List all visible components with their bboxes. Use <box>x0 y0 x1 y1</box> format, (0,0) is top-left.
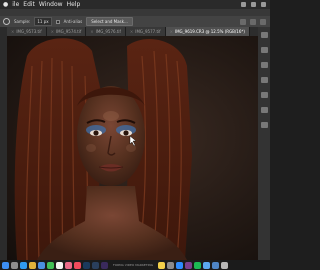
launchpad-icon[interactable] <box>11 261 18 269</box>
menu-help[interactable]: Help <box>67 0 81 9</box>
notes-icon[interactable] <box>158 261 166 269</box>
apple-icon[interactable]: ● <box>3 0 8 9</box>
sample-size-select[interactable]: 11 px <box>34 17 52 26</box>
battery-icon[interactable] <box>251 2 256 7</box>
tab-img-9576[interactable]: × IMG_9576.tif <box>86 27 126 36</box>
search-icon[interactable] <box>261 2 266 7</box>
safari-icon[interactable] <box>20 261 27 269</box>
music-icon[interactable] <box>74 261 81 269</box>
swatches-icon[interactable] <box>260 92 268 98</box>
panel-dock <box>258 27 270 260</box>
photos-icon[interactable] <box>65 261 72 269</box>
options-right-icons <box>240 18 270 25</box>
close-icon[interactable]: × <box>170 29 173 34</box>
trash-icon[interactable] <box>221 261 229 269</box>
history-icon[interactable] <box>260 77 268 83</box>
sample-size-label: Sample: <box>14 19 31 24</box>
channels-icon[interactable] <box>260 107 268 113</box>
document-tabs: × IMG_9573.tif × IMG_9574.tif × IMG_9576.ti… <box>7 27 265 36</box>
menu-edit[interactable]: Edit <box>23 0 35 9</box>
menu-bar: ● ile Edit Window Help <box>0 0 270 9</box>
menu-file[interactable]: ile <box>12 0 19 9</box>
document-canvas[interactable] <box>7 36 258 260</box>
tab-img-9619-active[interactable]: × IMG_9619.CR3 @ 12.5% (RGB/16*) <box>165 27 250 36</box>
close-icon[interactable]: × <box>11 29 14 34</box>
select-and-mask-button[interactable]: Select and Mask... <box>86 17 133 26</box>
workspace-icon[interactable] <box>250 18 256 25</box>
paths-icon[interactable] <box>260 122 268 128</box>
anti-alias-label: Anti-alias <box>63 19 83 24</box>
search-icon[interactable] <box>240 18 246 25</box>
status-icons <box>241 2 270 7</box>
photoshop-icon[interactable] <box>83 261 90 269</box>
portrait-photo <box>14 38 192 260</box>
properties-icon[interactable] <box>260 62 268 68</box>
close-icon[interactable]: × <box>130 29 133 34</box>
finder-icon[interactable] <box>2 261 9 269</box>
share-icon[interactable] <box>260 18 266 25</box>
layers-icon[interactable] <box>260 32 268 38</box>
adjustments-icon[interactable] <box>260 47 268 53</box>
settings-icon[interactable] <box>167 261 175 269</box>
macos-dock: FORMA VIDEO MARKETING <box>0 260 270 270</box>
mail-icon[interactable] <box>38 261 45 269</box>
window-title-bar: Adobe Photoshop 2020 <box>0 9 270 25</box>
slack-icon[interactable] <box>185 261 193 269</box>
options-bar: Sample: 11 px Anti-alias Select and Mask… <box>0 16 270 27</box>
dock-label: FORMA VIDEO MARKETING <box>113 263 154 267</box>
tools-panel <box>0 27 7 260</box>
chrome-icon[interactable] <box>29 261 36 269</box>
close-icon[interactable]: × <box>51 29 54 34</box>
calendar-icon[interactable] <box>56 261 63 269</box>
tab-img-9573[interactable]: × IMG_9573.tif <box>7 27 47 36</box>
anti-alias-checkbox[interactable] <box>55 19 60 24</box>
zoom-icon[interactable] <box>176 261 184 269</box>
lightroom-icon[interactable] <box>92 261 99 269</box>
wifi-icon[interactable] <box>241 2 246 7</box>
close-icon[interactable]: × <box>90 29 93 34</box>
messages-icon[interactable] <box>47 261 54 269</box>
tab-img-9574[interactable]: × IMG_9574.tif <box>46 27 87 36</box>
menu-window[interactable]: Window <box>39 0 63 9</box>
tab-img-9577[interactable]: × IMG_9577.tif <box>125 27 166 36</box>
downloads-icon[interactable] <box>212 261 220 269</box>
folder-icon[interactable] <box>203 261 211 269</box>
premiere-icon[interactable] <box>101 261 108 269</box>
spotify-icon[interactable] <box>194 261 202 269</box>
quick-selection-tool-icon[interactable] <box>3 18 10 25</box>
